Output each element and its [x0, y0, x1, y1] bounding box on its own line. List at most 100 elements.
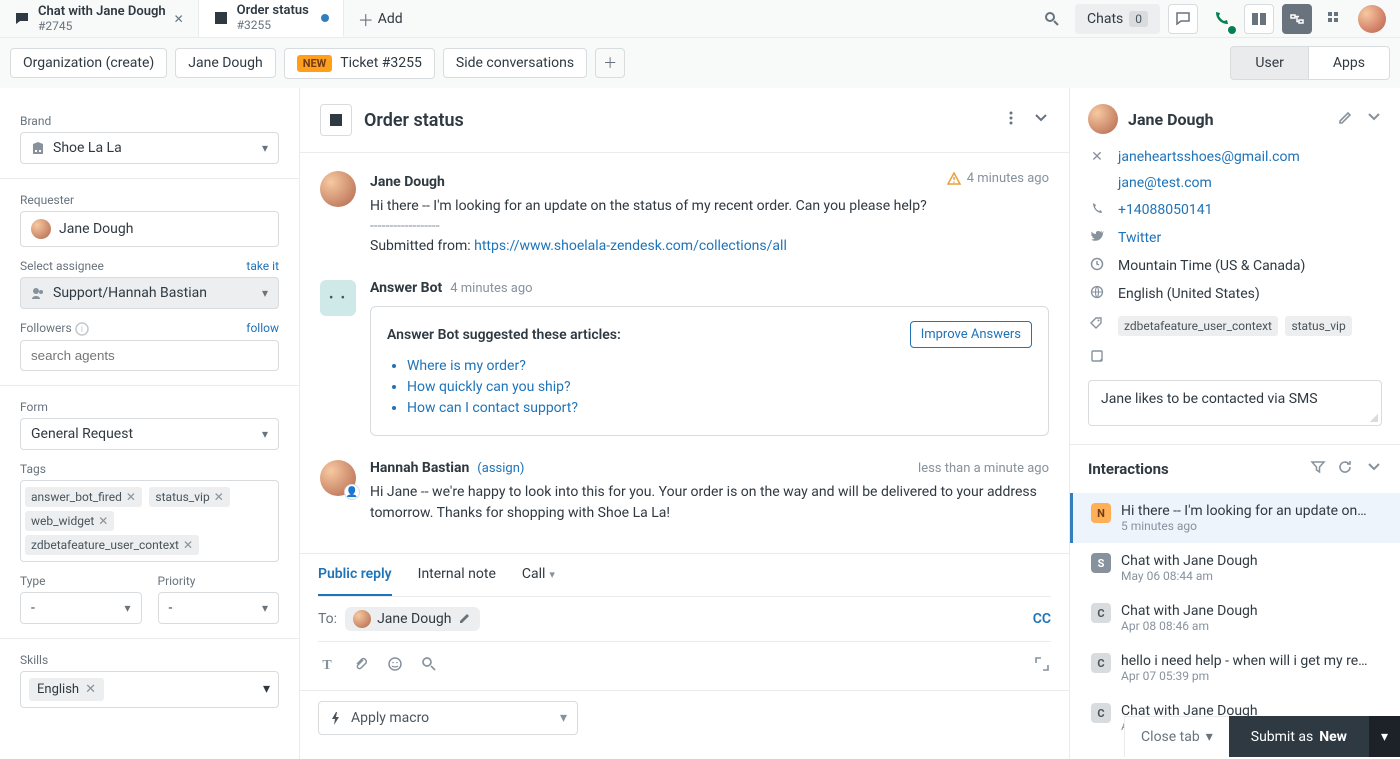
panel-apps-tab[interactable]: Apps — [1308, 46, 1390, 80]
assignee-select[interactable]: Support/Hannah Bastian ▾ — [20, 277, 279, 309]
crumb-organization[interactable]: Organization (create) — [10, 48, 167, 78]
phone-icon — [1212, 10, 1230, 28]
interaction-item[interactable]: C Chat with Jane Dough Apr 08 08:46 am — [1070, 593, 1400, 643]
to-row: To: Jane Dough CC — [318, 597, 1051, 642]
interaction-item[interactable]: N Hi there -- I'm looking for an update … — [1070, 493, 1400, 543]
format-text-button[interactable]: T — [318, 658, 336, 674]
close-tab-button[interactable]: Close tab ▾ — [1124, 716, 1229, 757]
suggested-article-link[interactable]: How can I contact support? — [407, 400, 578, 416]
search-icon — [1044, 11, 1060, 27]
skills-field[interactable]: English ✕ ▾ — [20, 671, 279, 708]
interaction-item[interactable]: C hello i need help - when will i get my… — [1070, 643, 1400, 693]
filter-button[interactable] — [1310, 459, 1326, 479]
take-it-link[interactable]: take it — [246, 259, 279, 273]
suggested-article-link[interactable]: Where is my order? — [407, 358, 526, 374]
improve-answers-button[interactable]: Improve Answers — [910, 321, 1032, 348]
app-tabs-bar: Chat with Jane Dough #2745 ✕ Order statu… — [0, 0, 1400, 38]
tags-field[interactable]: answer_bot_fired✕ status_vip✕ web_widget… — [20, 480, 279, 562]
chats-pill[interactable]: Chats 0 — [1075, 4, 1160, 34]
assign-link[interactable]: (assign) — [477, 461, 524, 476]
message-agent: 👤 Hannah Bastian (assign) less than a mi… — [300, 446, 1069, 533]
current-user-avatar[interactable] — [1358, 5, 1386, 33]
panel-user-tab[interactable]: User — [1230, 46, 1307, 80]
emoji-button[interactable] — [386, 656, 404, 676]
collapse-interactions-button[interactable] — [1366, 459, 1382, 479]
info-email-secondary: jane@test.com — [1070, 170, 1400, 196]
requester-name: Jane Dough — [1128, 110, 1214, 129]
search-kb-button[interactable] — [420, 656, 438, 676]
tag-chip[interactable]: web_widget✕ — [25, 511, 114, 531]
remove-tag-icon[interactable]: ✕ — [126, 490, 136, 504]
brand-select[interactable]: Shoe La La ▾ — [20, 132, 279, 164]
crumb-requester[interactable]: Jane Dough — [175, 48, 275, 78]
remove-tag-icon[interactable]: ✕ — [183, 538, 193, 552]
cc-button[interactable]: CC — [1033, 611, 1051, 627]
tab-internal-note[interactable]: Internal note — [418, 554, 496, 596]
priority-select[interactable]: - ▾ — [158, 592, 280, 624]
recipient-chip[interactable]: Jane Dough — [345, 607, 479, 631]
email-link[interactable]: jane@test.com — [1118, 175, 1212, 191]
chevron-down-icon — [1033, 110, 1049, 126]
tab-chat[interactable]: Chat with Jane Dough #2745 ✕ — [0, 0, 199, 37]
submit-button[interactable]: Submit as New — [1229, 716, 1369, 757]
suggested-article-link[interactable]: How quickly can you ship? — [407, 379, 571, 395]
interaction-title: Hi there -- I'm looking for an update on… — [1121, 503, 1382, 519]
follow-link[interactable]: follow — [246, 321, 279, 335]
tab-call[interactable]: Call▾ — [522, 554, 555, 596]
edit-recipient-icon[interactable] — [458, 610, 472, 628]
attach-button[interactable] — [352, 656, 370, 676]
submit-status-dropdown[interactable]: ▾ — [1369, 716, 1400, 757]
followers-input[interactable] — [20, 340, 279, 371]
skill-chip[interactable]: English ✕ — [29, 678, 104, 701]
form-select[interactable]: General Request ▾ — [20, 418, 279, 450]
chats-pill-count: 0 — [1129, 11, 1148, 27]
remove-tag-icon[interactable]: ✕ — [98, 514, 108, 528]
conversation-panel: Order status Jane Dough — [300, 88, 1070, 759]
interaction-item[interactable]: S Chat with Jane Dough May 06 08:44 am — [1070, 543, 1400, 593]
tab-public-reply[interactable]: Public reply — [318, 554, 392, 596]
apps-grid-button[interactable] — [1320, 4, 1350, 34]
layout-button[interactable] — [1244, 4, 1274, 34]
submitted-from-link[interactable]: https://www.shoelala-zendesk.com/collect… — [474, 238, 787, 254]
tab-ticket[interactable]: Order status #3255 — [199, 0, 344, 37]
tag-chip[interactable]: zdbetafeature_user_context✕ — [25, 535, 199, 555]
more-menu[interactable] — [1003, 110, 1019, 130]
close-small-icon[interactable]: ✕ — [1088, 149, 1106, 165]
crumb-ticket[interactable]: NEW Ticket #3255 — [284, 48, 435, 79]
tag-chip[interactable]: status_vip✕ — [149, 487, 229, 507]
call-button[interactable] — [1206, 4, 1236, 34]
interaction-time: Apr 07 05:39 pm — [1121, 669, 1382, 683]
refresh-button[interactable] — [1338, 459, 1354, 479]
twitter-link[interactable]: Twitter — [1118, 230, 1161, 246]
tag-chip[interactable]: answer_bot_fired✕ — [25, 487, 142, 507]
email-link[interactable]: janeheartsshoes@gmail.com — [1118, 149, 1300, 165]
close-icon[interactable]: ✕ — [174, 12, 184, 26]
workflow-button[interactable] — [1282, 4, 1312, 34]
collapse-button[interactable] — [1033, 110, 1049, 130]
pencil-icon — [1338, 109, 1354, 125]
to-label: To: — [318, 611, 337, 627]
type-select[interactable]: - ▾ — [20, 592, 142, 624]
search-button[interactable] — [1037, 4, 1067, 34]
crumb-side-conversations[interactable]: Side conversations — [443, 48, 587, 78]
requester-field[interactable]: Jane Dough — [20, 211, 279, 247]
add-tab-button[interactable]: ＋ Add — [344, 0, 417, 37]
interaction-time: May 06 08:44 am — [1121, 569, 1382, 583]
language-text: English (United States) — [1118, 286, 1260, 302]
ticket-bottom-bar: Close tab ▾ Submit as New ▾ — [1124, 716, 1400, 757]
expand-editor-button[interactable] — [1033, 656, 1051, 676]
add-crumb-button[interactable]: ＋ — [595, 48, 625, 78]
message-author: Answer Bot — [370, 280, 442, 296]
edit-user-button[interactable] — [1338, 109, 1354, 129]
avatar — [31, 219, 51, 239]
bolt-icon — [329, 711, 343, 725]
chevron-down-icon: ▾ — [1381, 729, 1388, 745]
user-note[interactable]: Jane likes to be contacted via SMS — [1088, 380, 1382, 426]
phone-link[interactable]: +14088050141 — [1118, 202, 1213, 218]
remove-skill-icon[interactable]: ✕ — [85, 682, 96, 697]
remove-tag-icon[interactable]: ✕ — [214, 490, 224, 504]
apply-macro-button[interactable]: Apply macro ▾ — [318, 701, 578, 735]
messaging-button[interactable] — [1168, 4, 1198, 34]
ticket-form-panel: Brand Shoe La La ▾ Requester Jane Dough … — [0, 88, 300, 759]
collapse-panel-button[interactable] — [1366, 109, 1382, 129]
